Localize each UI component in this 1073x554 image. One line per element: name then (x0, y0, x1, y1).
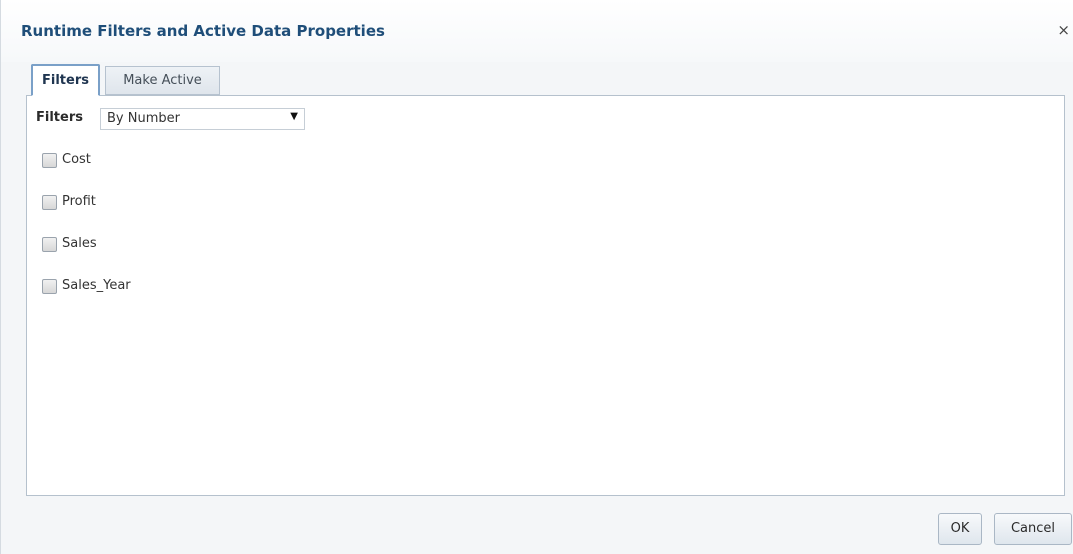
dialog-titlebar: Runtime Filters and Active Data Properti… (1, 0, 1073, 62)
checkbox-label: Cost (62, 152, 91, 167)
checkbox-icon[interactable] (42, 195, 57, 210)
cancel-button[interactable]: Cancel (994, 513, 1072, 545)
filter-type-select[interactable]: By Number ▼ (100, 108, 305, 130)
runtime-filters-dialog: Runtime Filters and Active Data Properti… (0, 0, 1073, 554)
checkbox-icon[interactable] (42, 153, 57, 168)
filter-type-value: By Number (107, 111, 180, 126)
checkbox-label: Sales (62, 236, 97, 251)
filters-panel: Filters By Number ▼ Cost Profit Sales Sa… (26, 95, 1065, 496)
checkbox-label: Sales_Year (62, 278, 131, 293)
chevron-down-icon: ▼ (290, 111, 298, 122)
close-icon[interactable]: × (1057, 20, 1070, 40)
checkbox-icon[interactable] (42, 237, 57, 252)
checkbox-label: Profit (62, 194, 96, 209)
filters-label: Filters (36, 110, 83, 125)
ok-button[interactable]: OK (938, 513, 982, 545)
checkbox-icon[interactable] (42, 279, 57, 294)
tab-filters[interactable]: Filters (31, 64, 100, 96)
tab-make-active[interactable]: Make Active (105, 66, 220, 95)
dialog-title: Runtime Filters and Active Data Properti… (21, 22, 385, 40)
